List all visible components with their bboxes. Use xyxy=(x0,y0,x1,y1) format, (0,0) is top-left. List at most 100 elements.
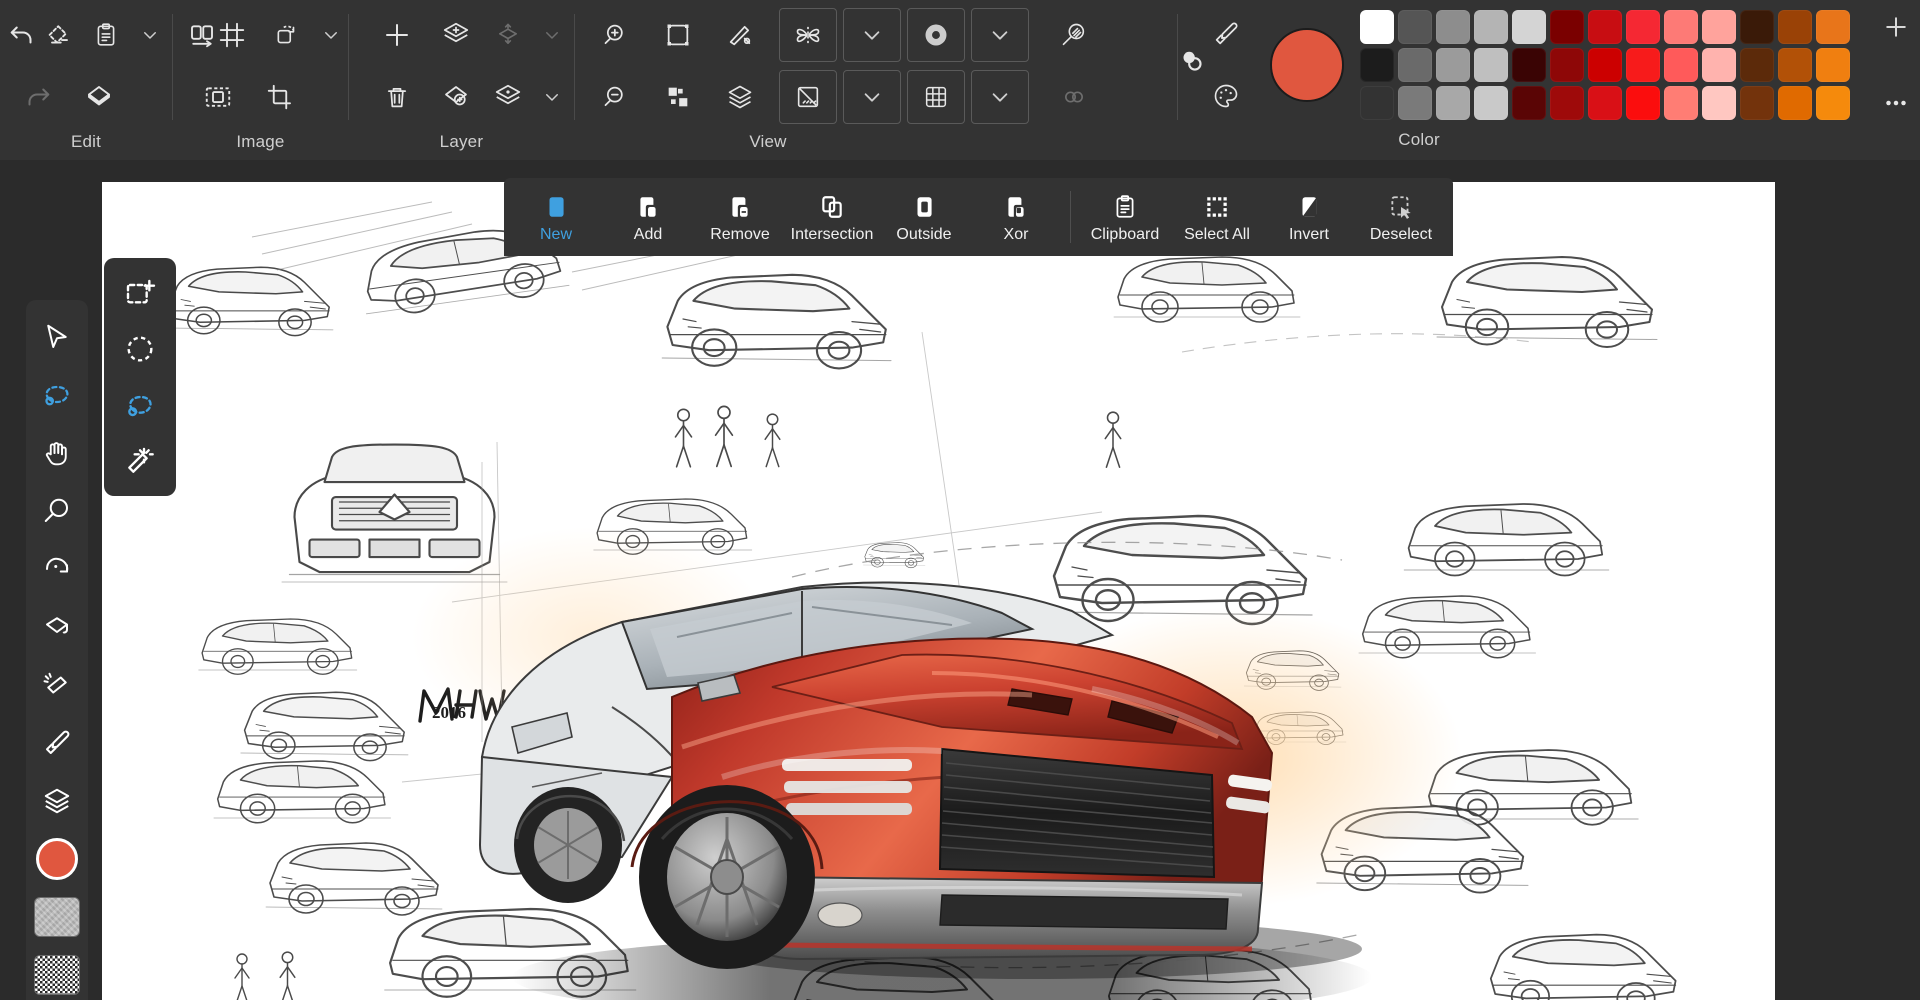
move-tool[interactable] xyxy=(31,310,83,364)
color-swatch[interactable] xyxy=(1740,48,1775,82)
color-swatch[interactable] xyxy=(1664,86,1699,120)
color-swatch[interactable] xyxy=(1816,48,1851,82)
zoom-in-button[interactable] xyxy=(585,6,647,64)
color-swatch[interactable] xyxy=(1398,86,1433,120)
color-swatch[interactable] xyxy=(1626,48,1661,82)
drawing-canvas[interactable]: 2016 xyxy=(102,182,1775,1000)
perspective-dropdown[interactable] xyxy=(842,70,901,124)
color-swatch[interactable] xyxy=(1512,10,1547,44)
flip-layer-button[interactable] xyxy=(486,6,530,64)
color-swatch[interactable] xyxy=(1436,48,1471,82)
color-swatch[interactable] xyxy=(1588,10,1623,44)
color-swatch[interactable] xyxy=(1626,10,1661,44)
color-swatch[interactable] xyxy=(1474,48,1509,82)
symmetry-button[interactable] xyxy=(778,8,837,62)
color-swatch[interactable] xyxy=(1702,10,1737,44)
select-tool[interactable] xyxy=(31,368,83,422)
actual-size-button[interactable] xyxy=(647,68,709,126)
grid-dropdown[interactable] xyxy=(970,70,1029,124)
color-swatch[interactable] xyxy=(1664,48,1699,82)
fit-to-screen-button[interactable] xyxy=(647,6,709,64)
color-swatch[interactable] xyxy=(1436,10,1471,44)
image-border-button[interactable] xyxy=(187,68,249,126)
color-swatch[interactable] xyxy=(1588,48,1623,82)
eyedropper-tool[interactable] xyxy=(31,716,83,770)
ellipse-select-tool[interactable] xyxy=(110,322,170,376)
fill-tool[interactable] xyxy=(31,600,83,654)
color-palette-grid[interactable] xyxy=(1360,10,1851,120)
brush-texture-2[interactable] xyxy=(31,948,83,1000)
color-swatch-tool[interactable] xyxy=(31,832,83,886)
pan-tool[interactable] xyxy=(31,426,83,480)
color-swatch[interactable] xyxy=(1778,48,1813,82)
zoom-tool[interactable] xyxy=(31,484,83,538)
rectangle-select-tool[interactable] xyxy=(110,266,170,320)
color-swatch[interactable] xyxy=(1778,86,1813,120)
color-swatch[interactable] xyxy=(1360,10,1395,44)
selection-select-all-button[interactable]: Select All xyxy=(1171,180,1263,254)
color-swatch[interactable] xyxy=(1778,10,1813,44)
color-swatch[interactable] xyxy=(1512,48,1547,82)
color-swatch[interactable] xyxy=(1550,86,1585,120)
symmetry-dropdown[interactable] xyxy=(842,8,901,62)
color-swatch[interactable] xyxy=(1816,10,1851,44)
color-swatch[interactable] xyxy=(1360,86,1395,120)
layers-tool[interactable] xyxy=(31,774,83,828)
selection-mode-add[interactable]: Add xyxy=(602,180,694,254)
add-layer-button[interactable] xyxy=(367,6,427,64)
merge-layer-button[interactable] xyxy=(426,68,486,126)
selection-mode-intersection[interactable]: Intersection xyxy=(786,180,878,254)
magic-wand-tool[interactable] xyxy=(110,434,170,488)
layer-properties-button[interactable] xyxy=(486,68,530,126)
reference-dropdown[interactable] xyxy=(970,8,1029,62)
flip-layer-dropdown[interactable] xyxy=(530,6,574,64)
undo-button[interactable] xyxy=(6,6,40,64)
color-swatch[interactable] xyxy=(1398,48,1433,82)
color-swatch[interactable] xyxy=(1512,86,1547,120)
crop-button[interactable] xyxy=(249,68,311,126)
grid-button[interactable] xyxy=(906,70,965,124)
onion-skin-button[interactable] xyxy=(1043,68,1105,126)
rotate-canvas-tool[interactable] xyxy=(31,542,83,596)
canvas-size-button[interactable] xyxy=(217,6,247,64)
rotate-dropdown[interactable] xyxy=(309,6,353,64)
color-swatch[interactable] xyxy=(1436,86,1471,120)
flip-image-button[interactable] xyxy=(187,6,217,64)
color-swatch[interactable] xyxy=(1740,10,1775,44)
paste-button[interactable] xyxy=(84,6,128,64)
layer-properties-dropdown[interactable] xyxy=(530,68,574,126)
color-swatch[interactable] xyxy=(1474,86,1509,120)
active-color-swatch[interactable] xyxy=(1270,28,1345,102)
flip-canvas-button[interactable] xyxy=(709,6,771,64)
brush-texture-1[interactable] xyxy=(31,890,83,944)
selection-mode-remove[interactable]: Remove xyxy=(694,180,786,254)
color-swatch[interactable] xyxy=(1398,10,1433,44)
eraser-tool[interactable] xyxy=(31,658,83,712)
erase-selection-button[interactable] xyxy=(40,6,74,64)
color-swatch[interactable] xyxy=(1588,86,1623,120)
add-color-button[interactable] xyxy=(1872,6,1920,48)
fill-selection-button[interactable] xyxy=(68,68,130,126)
delete-layer-button[interactable] xyxy=(367,68,427,126)
color-swatch[interactable] xyxy=(1626,86,1661,120)
redo-button[interactable] xyxy=(6,68,68,126)
zoom-out-button[interactable] xyxy=(585,68,647,126)
rotate-image-button[interactable] xyxy=(265,6,309,64)
selection-mode-new[interactable]: New xyxy=(510,180,602,254)
selection-mode-xor[interactable]: Xor xyxy=(970,180,1062,254)
color-swatch[interactable] xyxy=(1360,48,1395,82)
color-swatch[interactable] xyxy=(1740,86,1775,120)
duplicate-layer-button[interactable] xyxy=(426,6,486,64)
color-picker-button[interactable] xyxy=(1202,10,1250,58)
color-swatch[interactable] xyxy=(1816,86,1851,120)
color-swatch[interactable] xyxy=(1702,48,1737,82)
reference-button[interactable] xyxy=(906,8,965,62)
color-swatch[interactable] xyxy=(1702,86,1737,120)
layers-panel-button[interactable] xyxy=(709,68,771,126)
lasso-select-tool[interactable] xyxy=(110,378,170,432)
more-colors-button[interactable] xyxy=(1872,82,1920,124)
color-swatch[interactable] xyxy=(1550,10,1585,44)
paste-dropdown[interactable] xyxy=(128,6,172,64)
selection-mode-outside[interactable]: Outside xyxy=(878,180,970,254)
color-palette-button[interactable] xyxy=(1202,72,1250,120)
